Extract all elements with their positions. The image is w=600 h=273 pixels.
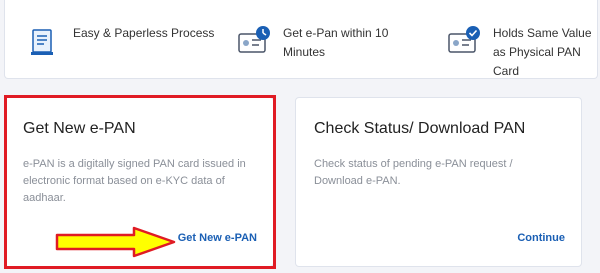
- continue-link[interactable]: Continue: [517, 232, 565, 244]
- feature-bar: Easy & Paperless Process Get e-Pan withi…: [4, 0, 598, 79]
- feature-paperless: Easy & Paperless Process: [27, 24, 214, 60]
- feature-label: Get e-Pan within 10 Minutes: [283, 26, 389, 59]
- feature-quick: Get e-Pan within 10 Minutes: [237, 24, 393, 62]
- id-card-check-icon: [447, 24, 483, 60]
- card-description: Check status of pending e-PAN request / …: [314, 158, 513, 187]
- pointer-arrow-icon: [55, 226, 176, 258]
- feature-value: Holds Same Value as Physical PAN Card: [447, 24, 593, 81]
- document-icon: [27, 24, 63, 60]
- feature-label: Holds Same Value as Physical PAN Card: [493, 26, 592, 78]
- id-card-clock-icon: [237, 24, 273, 60]
- card-title: Check Status/ Download PAN: [314, 120, 526, 137]
- feature-label: Easy & Paperless Process: [73, 26, 215, 40]
- check-status-card: Check Status/ Download PAN Check status …: [295, 97, 582, 267]
